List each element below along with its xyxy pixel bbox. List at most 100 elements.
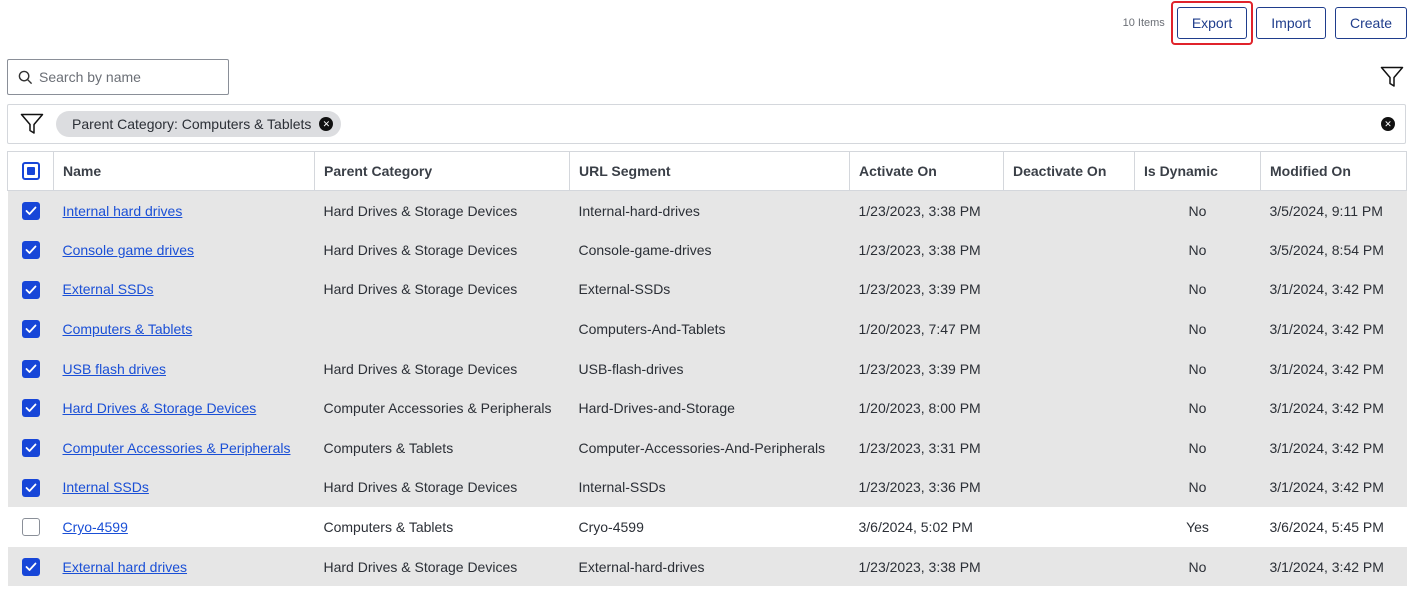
cell-is-dynamic: No [1134, 230, 1261, 270]
cell-modified-on: 3/5/2024, 9:11 PM [1260, 190, 1407, 231]
row-checkbox[interactable] [21, 201, 40, 220]
cell-parent-category [314, 309, 570, 349]
cell-activate-on: 1/20/2023, 7:47 PM [849, 309, 1004, 349]
export-button-wrapper: Export [1170, 1, 1254, 45]
search-input[interactable] [39, 69, 219, 85]
table-row[interactable]: Internal SSDs Hard Drives & Storage Devic… [7, 467, 1407, 508]
row-checkbox[interactable] [21, 557, 40, 576]
cell-deactivate-on [1003, 190, 1135, 231]
cell-modified-on: 3/1/2024, 3:42 PM [1260, 388, 1407, 429]
check-icon [25, 562, 36, 571]
select-all-cell [7, 151, 54, 191]
category-name-link[interactable]: External SSDs [63, 281, 154, 297]
filter-icon[interactable] [1380, 66, 1404, 88]
row-checkbox[interactable] [21, 399, 40, 418]
cell-modified-on: 3/1/2024, 3:42 PM [1260, 269, 1407, 310]
cell-is-dynamic: No [1134, 388, 1261, 429]
category-name-link[interactable]: Console game drives [63, 242, 195, 258]
cell-url-segment: External-hard-drives [569, 546, 850, 587]
row-checkbox[interactable] [21, 320, 40, 339]
check-icon [25, 206, 36, 215]
table-row[interactable]: Hard Drives & Storage Devices Computer Ac… [7, 388, 1407, 429]
check-icon [25, 324, 36, 334]
row-checkbox[interactable] [21, 280, 40, 299]
table-row[interactable]: External SSDs Hard Drives & Storage Devic… [7, 269, 1407, 310]
search-icon [18, 70, 33, 84]
cell-url-segment: Console-game-drives [569, 230, 850, 270]
category-name-link[interactable]: Computers & Tablets [63, 321, 193, 337]
row-checkbox[interactable] [21, 478, 40, 497]
table-row[interactable]: External hard drives Hard Drives & Storag… [7, 546, 1407, 587]
row-checkbox[interactable] [21, 439, 40, 457]
cell-modified-on: 3/1/2024, 3:42 PM [1260, 348, 1407, 389]
check-icon [25, 443, 36, 452]
row-checkbox[interactable] [21, 359, 40, 378]
cell-deactivate-on [1003, 507, 1135, 547]
cell-parent-category: Computers & Tablets [314, 428, 570, 468]
cell-url-segment: Internal-SSDs [569, 467, 850, 508]
export-button[interactable]: Export [1176, 7, 1248, 39]
cell-name: Computers & Tablets [53, 309, 315, 349]
cell-modified-on: 3/1/2024, 3:42 PM [1260, 428, 1407, 468]
row-select-cell [7, 428, 54, 468]
column-header-is-dynamic[interactable]: Is Dynamic [1134, 151, 1261, 191]
create-button[interactable]: Create [1334, 7, 1407, 39]
cell-deactivate-on [1003, 388, 1135, 429]
cell-activate-on: 1/23/2023, 3:31 PM [849, 428, 1004, 468]
category-name-link[interactable]: External hard drives [63, 559, 188, 575]
category-name-link[interactable]: Cryo-4599 [63, 519, 128, 535]
category-name-link[interactable]: Internal SSDs [63, 479, 149, 495]
select-all-checkbox[interactable] [21, 162, 40, 181]
column-header-modified-on[interactable]: Modified On [1260, 151, 1407, 191]
row-select-cell [7, 230, 54, 270]
column-header-deactivate-on[interactable]: Deactivate On [1003, 151, 1135, 191]
cell-name: External hard drives [53, 546, 315, 587]
cell-url-segment: Computer-Accessories-And-Peripherals [569, 428, 850, 468]
column-header-parent-category[interactable]: Parent Category [314, 151, 570, 191]
category-name-link[interactable]: Internal hard drives [63, 203, 183, 219]
table-row[interactable]: Computer Accessories & Peripherals Comput… [7, 428, 1407, 468]
cell-is-dynamic: No [1134, 467, 1261, 508]
column-header-url-segment[interactable]: URL Segment [569, 151, 850, 191]
category-name-link[interactable]: USB flash drives [63, 361, 166, 377]
search-box [7, 59, 229, 95]
row-checkbox[interactable] [21, 518, 40, 537]
cell-activate-on: 1/20/2023, 8:00 PM [849, 388, 1004, 429]
cell-is-dynamic: No [1134, 428, 1261, 468]
table-row[interactable]: Internal hard drives Hard Drives & Storag… [7, 190, 1407, 231]
cell-parent-category: Computer Accessories & Peripherals [314, 388, 570, 429]
cell-deactivate-on [1003, 309, 1135, 349]
filter-chip: Parent Category: Computers & Tablets ✕ [56, 111, 342, 137]
table-row[interactable]: Console game drives Hard Drives & Storage… [7, 230, 1407, 270]
cell-modified-on: 3/1/2024, 3:42 PM [1260, 309, 1407, 349]
cell-name: Computer Accessories & Peripherals [53, 428, 315, 468]
cell-is-dynamic: Yes [1134, 507, 1261, 547]
cell-name: Internal hard drives [53, 190, 315, 231]
table-row[interactable]: Cryo-4599 Computers & Tablets Cryo-4599 3/6… [7, 507, 1407, 547]
cell-is-dynamic: No [1134, 546, 1261, 587]
cell-modified-on: 3/5/2024, 8:54 PM [1260, 230, 1407, 270]
toolbar: 10 Items Export Import Create [1123, 1, 1407, 45]
table-row[interactable]: USB flash drives Hard Drives & Storage De… [7, 348, 1407, 389]
category-name-link[interactable]: Computer Accessories & Peripherals [63, 440, 291, 456]
cell-name: Console game drives [53, 230, 315, 270]
import-button[interactable]: Import [1256, 7, 1326, 39]
row-checkbox[interactable] [21, 241, 40, 260]
cell-parent-category: Hard Drives & Storage Devices [314, 230, 570, 270]
table-row[interactable]: Computers & Tablets Computers-And-Tablets… [7, 309, 1407, 349]
cell-parent-category: Hard Drives & Storage Devices [314, 269, 570, 310]
cell-activate-on: 3/6/2024, 5:02 PM [849, 507, 1004, 547]
filter-chip-label: Parent Category: Computers & Tablets [72, 116, 312, 132]
remove-filter-icon[interactable]: ✕ [319, 117, 334, 131]
cell-deactivate-on [1003, 467, 1135, 508]
cell-name: External SSDs [53, 269, 315, 310]
cell-url-segment: Hard-Drives-and-Storage [569, 388, 850, 429]
cell-name: Hard Drives & Storage Devices [53, 388, 315, 429]
clear-filters-icon[interactable]: ✕ [1381, 117, 1395, 131]
cell-parent-category: Hard Drives & Storage Devices [314, 348, 570, 389]
column-header-activate-on[interactable]: Activate On [849, 151, 1004, 191]
check-icon [25, 285, 36, 294]
category-name-link[interactable]: Hard Drives & Storage Devices [63, 400, 257, 416]
check-icon [25, 364, 36, 373]
column-header-name[interactable]: Name [53, 151, 315, 191]
